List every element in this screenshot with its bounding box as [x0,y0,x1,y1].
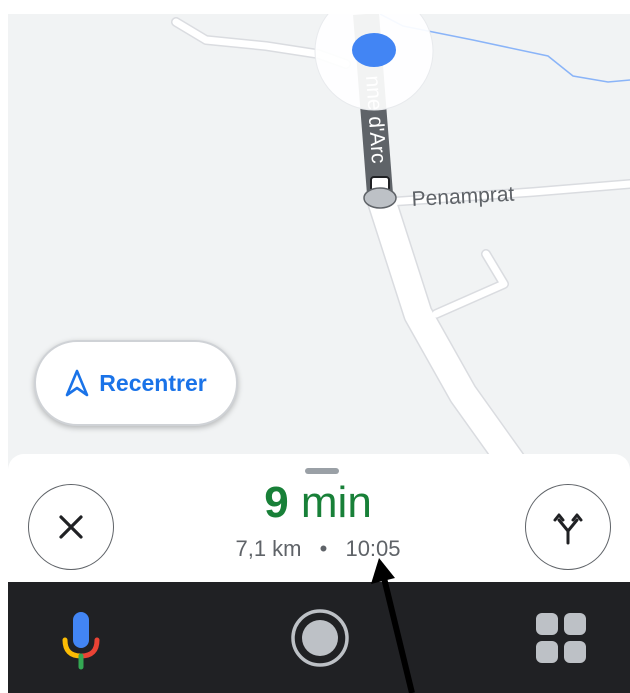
trip-distance: 7,1 km [235,536,302,561]
sheet-drag-handle[interactable] [305,468,339,474]
home-button[interactable] [290,608,350,668]
navigation-arrow-icon [65,369,89,397]
recenter-button[interactable]: Recentrer [34,340,238,426]
trip-details: 7,1 km • 10:05 [158,536,478,562]
app-grid-icon [536,613,586,663]
google-mic-icon [62,612,100,670]
car-navbar [8,582,630,693]
current-location-marker [314,14,434,111]
arrival-time: 10:05 [345,536,401,561]
road-main [368,188,527,478]
street-label-penamprat: Penamprat [411,183,515,211]
eta-duration: 9 min [158,476,478,530]
app-launcher-button[interactable] [535,612,587,664]
alternate-routes-button[interactable] [525,484,611,570]
screen: nne d'Arc Penamprat Recentrer 9 min 7,1 … [8,14,630,693]
recenter-label: Recentrer [99,369,207,396]
voice-assistant-button[interactable] [56,610,106,670]
trip-summary-sheet[interactable]: 9 min 7,1 km • 10:05 [8,454,630,582]
close-navigation-button[interactable] [28,484,114,570]
home-circle-icon [291,609,349,667]
alt-routes-icon [553,513,583,545]
close-icon [59,515,83,539]
eta-minutes: 9 [264,478,289,527]
eta-unit: min [300,478,372,527]
separator-dot: • [319,536,328,561]
